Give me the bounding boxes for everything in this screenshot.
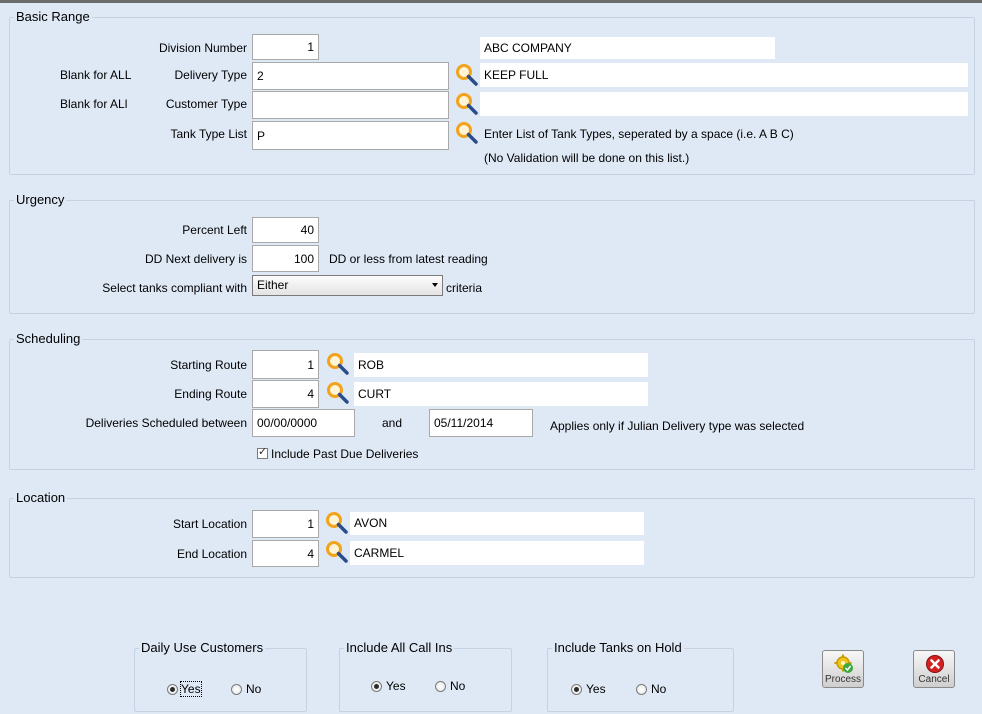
start-location-lookup-magnifier-icon[interactable]: [325, 511, 349, 535]
end-location-input[interactable]: [252, 540, 319, 567]
urgency-title: Urgency: [14, 192, 67, 207]
dd-next-delivery-input[interactable]: [252, 245, 319, 272]
julian-note: Applies only if Julian Delivery type was…: [550, 419, 805, 433]
daily-use-no-radio[interactable]: [231, 684, 242, 695]
on-hold-yes-label[interactable]: Yes: [586, 682, 606, 696]
call-ins-title: Include All Call Ins: [344, 640, 455, 655]
start-location-name-display: AVON: [350, 512, 644, 535]
location-group: [9, 498, 975, 578]
tank-type-list-input[interactable]: [252, 121, 449, 150]
basic-range-title: Basic Range: [14, 9, 92, 24]
percent-left-input[interactable]: [252, 217, 319, 243]
daily-use-group: [134, 648, 307, 712]
daily-use-title: Daily Use Customers: [139, 640, 266, 655]
date-to-input[interactable]: [429, 409, 533, 437]
ending-route-lookup-magnifier-icon[interactable]: [326, 381, 350, 405]
dd-next-delivery-suffix: DD or less from latest reading: [329, 252, 488, 266]
percent-left-label: Percent Left: [182, 223, 247, 237]
on-hold-title: Include Tanks on Hold: [552, 640, 684, 655]
delivery-type-label: Delivery Type: [174, 68, 247, 82]
call-ins-no-label[interactable]: No: [450, 679, 465, 693]
cancel-button-label: Cancel: [918, 674, 950, 685]
on-hold-yes-radio[interactable]: [571, 684, 582, 695]
location-title: Location: [14, 490, 68, 505]
end-location-label: End Location: [176, 547, 247, 561]
starting-route-lookup-magnifier-icon[interactable]: [326, 352, 350, 376]
delivery-type-input[interactable]: [252, 62, 449, 90]
dd-next-delivery-label: DD Next delivery is: [144, 252, 247, 266]
scheduling-title: Scheduling: [14, 331, 83, 346]
blank-for-all-note-1: Blank for ALL: [60, 68, 132, 82]
daily-use-yes-radio[interactable]: [167, 684, 178, 695]
call-ins-yes-label[interactable]: Yes: [386, 679, 406, 693]
process-button[interactable]: Process: [822, 650, 864, 688]
date-from-input[interactable]: [252, 409, 355, 437]
call-ins-yes-radio[interactable]: [371, 681, 382, 692]
gear-check-icon: [834, 654, 853, 673]
delivery-type-lookup-magnifier-icon[interactable]: [455, 63, 479, 87]
customer-type-input[interactable]: [252, 91, 449, 119]
tank-type-hint-line-2: (No Validation will be done on this list…: [484, 151, 690, 165]
and-label: and: [382, 416, 403, 430]
blank-for-all-note-2: Blank for ALl: [60, 97, 128, 111]
compliant-criteria-value: Either: [257, 278, 289, 292]
past-due-label: Include Past Due Deliveries: [271, 447, 419, 461]
red-x-icon: [926, 655, 944, 673]
tank-type-list-label: Tank Type List: [170, 127, 248, 141]
window-top-border: [0, 0, 982, 3]
division-number-input[interactable]: [252, 34, 319, 60]
compliant-criteria-label: Select tanks compliant with: [102, 281, 247, 295]
ending-route-input[interactable]: [252, 380, 319, 408]
delivery-type-desc-display: KEEP FULL: [480, 63, 968, 87]
end-location-name-display: CARMEL: [350, 541, 644, 565]
end-location-lookup-magnifier-icon[interactable]: [325, 540, 349, 564]
daily-use-no-label[interactable]: No: [246, 682, 261, 696]
process-button-label: Process: [824, 674, 862, 685]
tank-type-hint-line-1: Enter List of Tank Types, seperated by a…: [484, 127, 794, 141]
daily-use-yes-label[interactable]: Yes: [180, 681, 202, 697]
starting-route-label: Starting Route: [170, 358, 247, 372]
start-location-label: Start Location: [172, 517, 247, 531]
customer-type-desc-display: [480, 92, 968, 116]
customer-type-label: Customer Type: [165, 97, 247, 111]
ending-route-name-display: CURT: [354, 382, 648, 406]
call-ins-group: [339, 648, 512, 712]
compliant-criteria-suffix: criteria: [446, 281, 483, 295]
on-hold-group: [547, 648, 734, 712]
division-name-display: ABC COMPANY: [480, 37, 775, 59]
starting-route-name-display: ROB: [354, 353, 648, 377]
on-hold-no-radio[interactable]: [636, 684, 647, 695]
start-location-input[interactable]: [252, 510, 319, 538]
deliveries-scheduled-label: Deliveries Scheduled between: [85, 416, 247, 430]
chevron-down-icon: [432, 283, 438, 287]
check-mark-icon: ✓: [258, 446, 268, 458]
cancel-button[interactable]: Cancel: [913, 650, 955, 688]
compliant-criteria-select[interactable]: Either: [252, 275, 443, 296]
on-hold-no-label[interactable]: No: [651, 682, 666, 696]
division-number-label: Division Number: [158, 41, 247, 55]
call-ins-no-radio[interactable]: [435, 681, 446, 692]
tank-type-lookup-magnifier-icon[interactable]: [455, 121, 479, 145]
starting-route-input[interactable]: [252, 350, 319, 379]
ending-route-label: Ending Route: [174, 387, 247, 401]
past-due-checkbox[interactable]: ✓: [257, 446, 268, 459]
customer-type-lookup-magnifier-icon[interactable]: [455, 92, 479, 116]
